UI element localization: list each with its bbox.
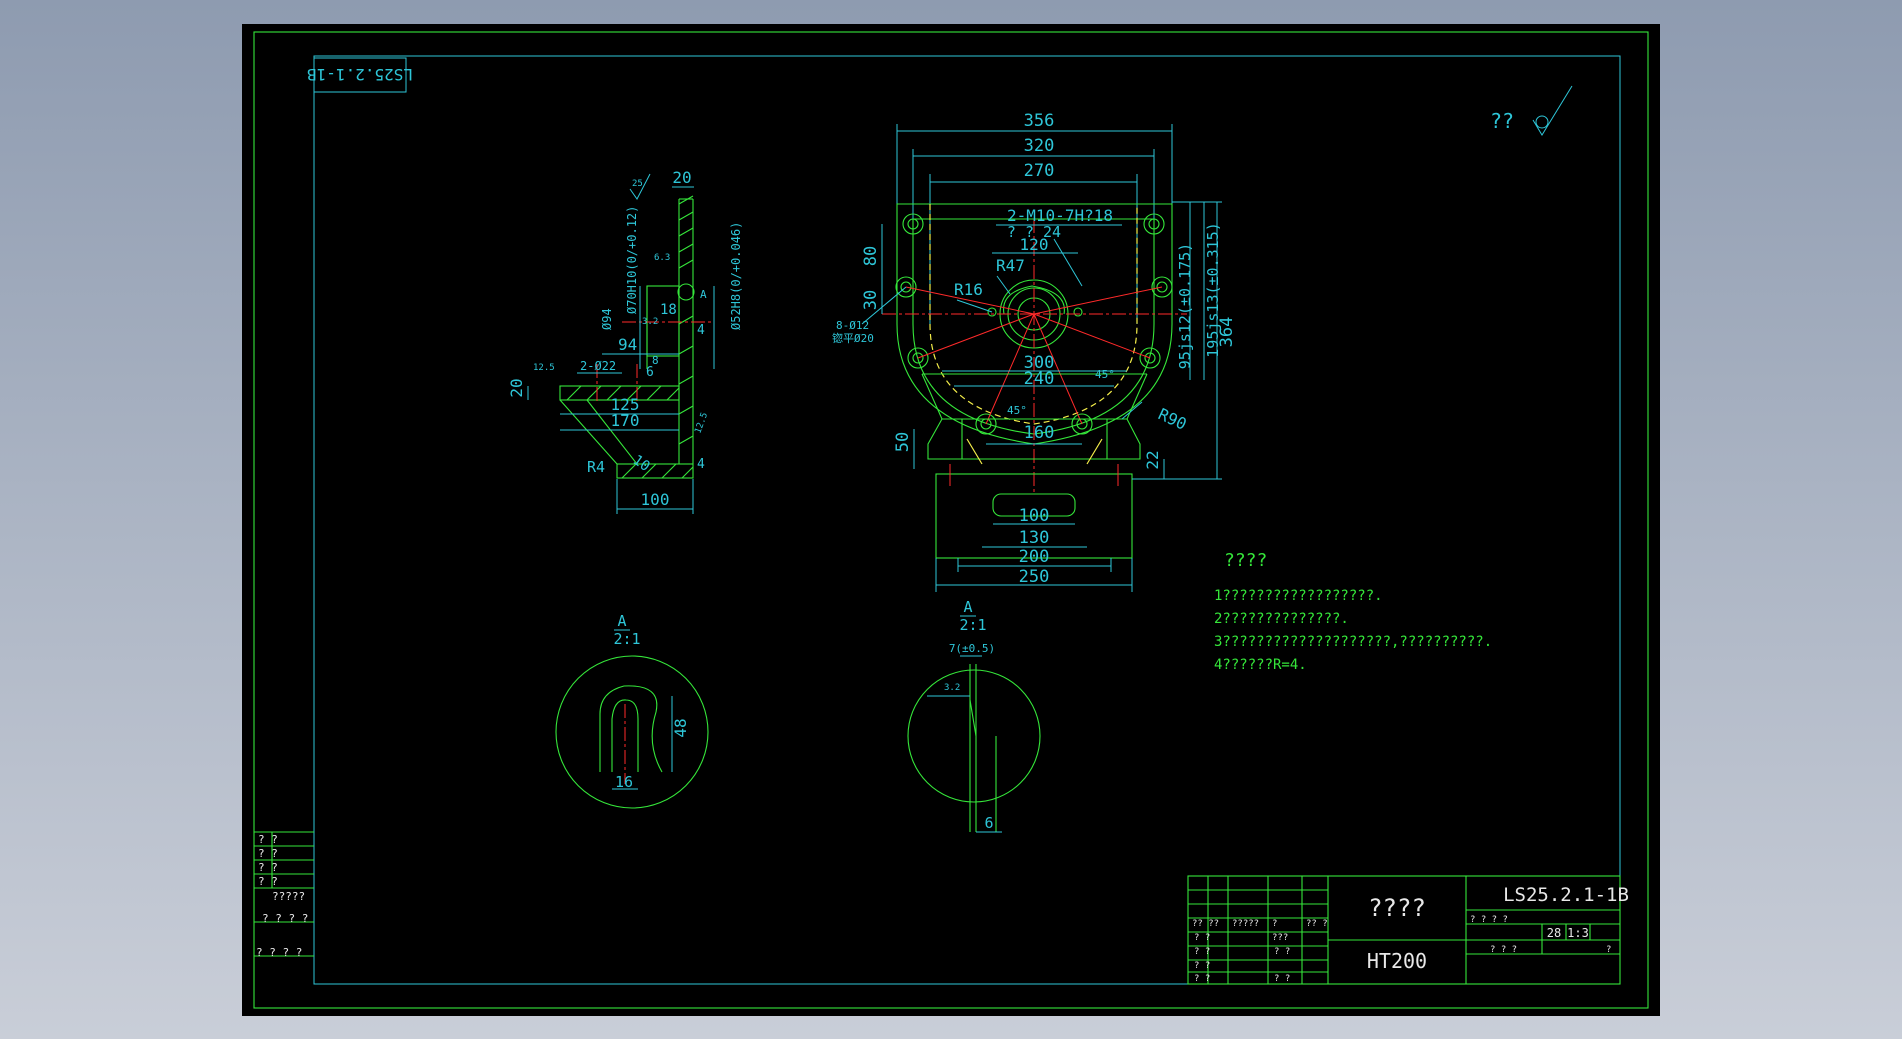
side-hole-note: 2-Ø22: [580, 359, 616, 373]
dim-356: 356: [1024, 111, 1055, 131]
title-scale: 1:3: [1567, 926, 1589, 940]
detail-a-2: A 2:1 7(±0.5) 6 3.2: [907, 598, 1041, 833]
bore-d70: Ø70H10(0/+0.12): [625, 206, 639, 314]
svg-text:?: ?: [1606, 945, 1611, 955]
detail-1-dim-16: 16: [615, 773, 633, 791]
dim-22: 22: [1143, 450, 1162, 469]
dim-95js12: 95js12(±0.175): [1176, 243, 1194, 369]
svg-text:? ?: ? ?: [1194, 947, 1210, 957]
left-strip-table: ? ? ? ? ? ? ? ? ????? ? ? ? ? ? ? ? ?: [254, 831, 314, 959]
note-line-2: 2??????????????.: [1214, 611, 1349, 627]
dim-364: 364: [1217, 317, 1237, 348]
title-part-name: ????: [1368, 894, 1426, 922]
dim-200: 200: [1019, 547, 1050, 567]
bore-d52: Ø52H8(0/+0.046): [729, 222, 743, 330]
detail-1-scale: 2:1: [613, 630, 640, 648]
side-dim-20-top: 20: [672, 168, 691, 187]
side-dim-8: 8: [652, 354, 659, 367]
dim-100: 100: [1019, 506, 1050, 526]
note-line-3: 3????????????????????,??????????.: [1214, 634, 1492, 650]
bore-d94: Ø94: [600, 308, 614, 330]
svg-text:? ?: ? ?: [258, 875, 278, 888]
svg-text:???: ???: [1272, 933, 1288, 943]
svg-text:? ?: ? ?: [258, 847, 278, 860]
inner-border: [313, 55, 1621, 985]
dim-250: 250: [1019, 567, 1050, 587]
radius-r47: R47: [996, 256, 1025, 275]
detail-2-roughness: 3.2: [944, 683, 960, 693]
roughness-12-5b: 12.5: [693, 411, 710, 435]
roughness-3-2: 3.2: [642, 317, 658, 327]
detail-2-dim-7: 7(±0.5): [949, 642, 995, 655]
dim-240: 240: [1024, 369, 1055, 389]
dim-30: 30: [861, 290, 881, 310]
dim-120: 120: [1020, 235, 1049, 254]
detail-1-dim-48: 48: [671, 718, 690, 737]
svg-text:?????: ?????: [1232, 919, 1259, 929]
note-line-4: 4??????R=4.: [1214, 657, 1307, 673]
side-dim-94: 94: [618, 335, 637, 354]
section-mark-a: A: [700, 288, 707, 301]
roughness-25: 25: [632, 179, 643, 189]
outer-border: [253, 31, 1649, 1009]
detail-a-1: A 2:1 48 16: [555, 612, 709, 809]
svg-text:? ?: ? ?: [1274, 947, 1290, 957]
svg-text:?????: ?????: [272, 890, 305, 903]
dim-270: 270: [1024, 161, 1055, 181]
side-dim-18: 18: [660, 302, 677, 318]
note-line-1: 1??????????????????.: [1214, 588, 1383, 604]
svg-text:? ?: ? ?: [1194, 933, 1210, 943]
dim-320: 320: [1024, 136, 1055, 156]
svg-text:? ?: ? ?: [258, 833, 278, 846]
dim-130: 130: [1019, 528, 1050, 548]
title-count: 28: [1547, 926, 1561, 940]
cad-viewport[interactable]: LS25.2.1-1B ?? 356 320 270 300 240 160 4…: [242, 24, 1660, 1016]
detail-1-label: A: [617, 612, 626, 630]
svg-text:? ? ? ?: ? ? ? ?: [262, 912, 308, 925]
side-dim-20-left: 20: [507, 378, 526, 397]
side-dim-4a: 4: [697, 323, 705, 338]
roughness-symbol-icon: [1532, 85, 1573, 136]
radius-r90: R90: [1155, 404, 1189, 433]
svg-text:? ?: ? ?: [1194, 961, 1210, 971]
dim-80: 80: [861, 246, 881, 266]
front-view: 356 320 270 300 240 160 45° 45° 100 130 …: [832, 111, 1237, 592]
side-dim-100: 100: [641, 490, 670, 509]
side-dim-6: 6: [646, 365, 654, 380]
roughness-6-3: 6.3: [654, 253, 670, 263]
svg-text:? ?: ? ?: [1274, 974, 1290, 984]
title-drawing-no: LS25.2.1-1B: [1503, 884, 1629, 906]
angle-45-right: 45°: [1095, 368, 1115, 381]
angle-45-lower: 45°: [1007, 404, 1027, 417]
dim-50: 50: [893, 432, 913, 452]
svg-text:? ? ?: ? ? ?: [1490, 945, 1517, 955]
side-dim-170: 170: [611, 411, 640, 430]
title-block: ???? HT200 LS25.2.1-1B 28 1:3 ?? ?? ????…: [1187, 875, 1629, 985]
notes-title: ????: [1224, 550, 1267, 571]
hole-note-2: 锪平Ø20: [832, 332, 874, 345]
svg-text:?? ?: ?? ?: [1306, 919, 1328, 929]
technical-drawing: LS25.2.1-1B ?? 356 320 270 300 240 160 4…: [253, 31, 1649, 1009]
title-material: HT200: [1367, 949, 1427, 973]
technical-notes: ???? 1??????????????????. 2?????????????…: [1214, 550, 1492, 673]
detail-2-dim-6: 6: [984, 814, 993, 832]
svg-text:?? ??: ?? ??: [1192, 919, 1219, 929]
hole-note: 8-Ø12: [836, 319, 869, 332]
roughness-12-5a: 12.5: [533, 363, 555, 373]
side-view: 20 94 125 170 100 20 4 4 18 6 8 R4 10 Ø9…: [507, 168, 743, 514]
dim-160: 160: [1024, 423, 1055, 443]
radius-r16: R16: [954, 280, 983, 299]
detail-2-label: A: [963, 598, 972, 616]
svg-text:? ? ? ?: ? ? ? ?: [1470, 915, 1508, 925]
svg-text:? ? ? ?: ? ? ? ?: [256, 946, 302, 959]
side-radius-r4: R4: [587, 458, 605, 476]
corner-tag-text: LS25.2.1-1B: [307, 65, 413, 84]
svg-text:?: ?: [1272, 919, 1277, 929]
svg-text:? ?: ? ?: [258, 861, 278, 874]
svg-text:? ?: ? ?: [1194, 974, 1210, 984]
roughness-note: ??: [1490, 109, 1514, 133]
side-dim-4b: 4: [697, 457, 705, 472]
detail-2-scale: 2:1: [959, 616, 986, 634]
